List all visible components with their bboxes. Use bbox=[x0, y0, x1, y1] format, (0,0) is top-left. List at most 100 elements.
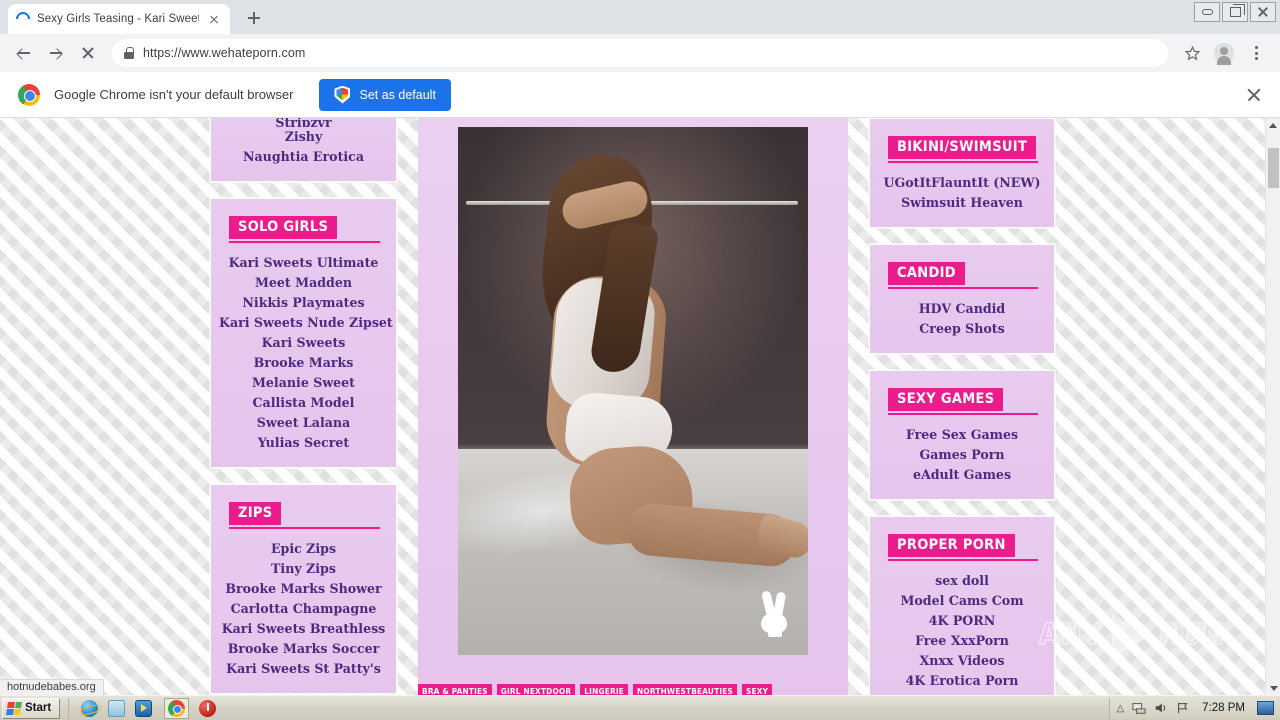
category-link[interactable]: Callista Model bbox=[219, 393, 388, 413]
new-tab-button[interactable] bbox=[240, 4, 268, 32]
category-underline bbox=[229, 241, 380, 243]
infobar-message: Google Chrome isn't your default browser bbox=[54, 87, 294, 102]
center-content-column bbox=[418, 118, 848, 696]
avatar-icon bbox=[1214, 43, 1234, 65]
category-link[interactable]: Swimsuit Heaven bbox=[878, 193, 1046, 213]
taskbar-clock[interactable]: 7:28 PM bbox=[1198, 702, 1249, 714]
address-bar[interactable]: https://www.wehateporn.com bbox=[112, 39, 1168, 67]
category-link[interactable]: Brooke Marks Soccer bbox=[219, 639, 388, 659]
window-controls bbox=[1194, 2, 1276, 22]
category-underline bbox=[888, 559, 1038, 561]
category-link[interactable]: Stripzvr bbox=[219, 118, 388, 127]
start-button[interactable]: Start bbox=[2, 697, 61, 719]
category-title: CANDID bbox=[888, 262, 965, 285]
category-underline bbox=[888, 287, 1038, 289]
media-player-icon[interactable] bbox=[135, 699, 153, 717]
category-link[interactable]: Yulias Secret bbox=[219, 433, 388, 453]
chrome-icon bbox=[168, 699, 186, 717]
category-link[interactable]: Epic Zips bbox=[219, 539, 388, 559]
restore-button[interactable] bbox=[1222, 2, 1248, 22]
category-card: SEXY GAMES Free Sex Games Games Porn eAdult… bbox=[869, 370, 1055, 500]
category-link[interactable]: Kari Sweets Breathless bbox=[219, 619, 388, 639]
tab-loading-spinner-icon bbox=[13, 9, 33, 29]
category-link[interactable]: UGotItFlauntIt (NEW) bbox=[878, 173, 1046, 193]
tab-close-icon[interactable] bbox=[206, 11, 222, 27]
category-card: PROPER PORN sex doll Model Cams Com 4K PORN… bbox=[869, 516, 1055, 696]
play-triangle-icon bbox=[1109, 612, 1153, 656]
category-link[interactable]: 4K PORN bbox=[878, 611, 1046, 631]
chevron-up-icon[interactable]: △ bbox=[1116, 703, 1124, 714]
chrome-taskbar-button[interactable] bbox=[164, 697, 190, 719]
category-link[interactable]: Naughtia Erotica bbox=[219, 147, 388, 167]
category-link[interactable]: Brooke Marks Shower bbox=[219, 579, 388, 599]
left-sidebar: Stripzvr Zishy Naughtia Erotica SOLO GIRLS K… bbox=[210, 118, 397, 696]
playboy-bunny-icon bbox=[754, 590, 794, 639]
featured-photo[interactable] bbox=[458, 127, 808, 655]
category-link[interactable]: Kari Sweets bbox=[219, 333, 388, 353]
category-link[interactable]: Creep Shots bbox=[878, 319, 1046, 339]
forward-button[interactable] bbox=[42, 39, 70, 67]
category-link[interactable]: Model Cams Com bbox=[878, 591, 1046, 611]
category-underline bbox=[888, 161, 1038, 163]
chrome-logo-icon bbox=[18, 83, 40, 106]
scrollbar-thumb[interactable] bbox=[1268, 148, 1279, 188]
category-link[interactable]: eAdult Games bbox=[878, 465, 1046, 485]
category-link[interactable]: Kari Sweets Nude Zipset bbox=[219, 313, 393, 333]
set-as-default-label: Set as default bbox=[359, 87, 436, 102]
minimize-button[interactable] bbox=[1194, 2, 1220, 22]
category-link[interactable]: Tiny Zips bbox=[219, 559, 388, 579]
category-link[interactable]: HDV Candid bbox=[878, 299, 1046, 319]
category-card: ZIPS Epic Zips Tiny Zips Brooke Marks Showe… bbox=[210, 484, 397, 694]
category-link[interactable]: Free Sex Games bbox=[878, 425, 1046, 445]
close-window-button[interactable] bbox=[1250, 2, 1276, 22]
back-button[interactable] bbox=[10, 39, 38, 67]
category-link[interactable]: Kari Sweets St Patty's bbox=[219, 659, 388, 679]
category-link[interactable]: sex doll bbox=[878, 571, 1046, 591]
show-desktop-icon[interactable] bbox=[1257, 701, 1274, 715]
category-link[interactable]: Brooke Marks bbox=[219, 353, 388, 373]
category-link[interactable]: Melanie Sweet bbox=[219, 373, 388, 393]
folder-icon[interactable] bbox=[108, 699, 126, 717]
category-link[interactable]: Kari Sweets Ultimate bbox=[219, 253, 388, 273]
category-link[interactable]: Xnxx Videos bbox=[878, 651, 1046, 671]
forward-arrow-icon bbox=[48, 45, 64, 61]
category-link[interactable]: 4K Erotica Porn bbox=[878, 671, 1046, 691]
category-title: BIKINI/SWIMSUIT bbox=[888, 136, 1037, 159]
browser-tab[interactable]: Sexy Girls Teasing - Kari Sweets, Bro bbox=[8, 4, 230, 34]
category-link[interactable]: Meet Madden bbox=[219, 273, 388, 293]
category-link[interactable]: Sweet Lalana bbox=[219, 413, 388, 433]
category-underline bbox=[888, 413, 1038, 415]
category-link[interactable]: Free XxxPorn bbox=[878, 631, 1046, 651]
stop-button[interactable] bbox=[74, 39, 102, 67]
browser-toolbar: https://www.wehateporn.com bbox=[0, 34, 1280, 72]
back-arrow-icon bbox=[16, 45, 32, 61]
anyrun-watermark-right: RUN bbox=[1158, 616, 1226, 651]
tab-title: Sexy Girls Teasing - Kari Sweets, Bro bbox=[37, 13, 199, 25]
page-viewport: Stripzvr Zishy Naughtia Erotica SOLO GIRLS K… bbox=[0, 118, 1280, 696]
profile-button[interactable] bbox=[1210, 39, 1238, 67]
network-icon[interactable] bbox=[1132, 701, 1146, 715]
internet-explorer-icon[interactable] bbox=[81, 699, 99, 717]
stop-icon bbox=[81, 46, 95, 60]
photo-image bbox=[458, 127, 808, 655]
scroll-down-arrow-icon[interactable] bbox=[1266, 681, 1280, 696]
infobar-close-icon[interactable] bbox=[1246, 87, 1262, 103]
category-link[interactable]: Games Porn bbox=[878, 445, 1046, 465]
scroll-up-arrow-icon[interactable] bbox=[1266, 118, 1280, 133]
star-icon bbox=[1184, 45, 1200, 60]
chrome-menu-button[interactable] bbox=[1242, 39, 1270, 67]
bookmark-button[interactable] bbox=[1178, 39, 1206, 67]
set-as-default-button[interactable]: Set as default bbox=[319, 78, 451, 111]
page-scrollbar[interactable] bbox=[1265, 118, 1280, 696]
shield-icon bbox=[334, 85, 351, 104]
volume-icon[interactable] bbox=[1154, 701, 1168, 715]
quick-launch-bar bbox=[68, 697, 217, 719]
category-link[interactable]: Nikkis Playmates bbox=[219, 293, 388, 313]
flag-icon[interactable] bbox=[1176, 701, 1190, 715]
category-link[interactable]: Carlotta Champagne bbox=[219, 599, 388, 619]
record-icon[interactable] bbox=[199, 699, 217, 717]
right-sidebar: BIKINI/SWIMSUIT UGotItFlauntIt (NEW) Swims… bbox=[869, 118, 1055, 696]
url-text: https://www.wehateporn.com bbox=[143, 46, 306, 60]
lock-icon bbox=[124, 47, 134, 59]
category-link[interactable]: Zishy bbox=[219, 127, 388, 147]
